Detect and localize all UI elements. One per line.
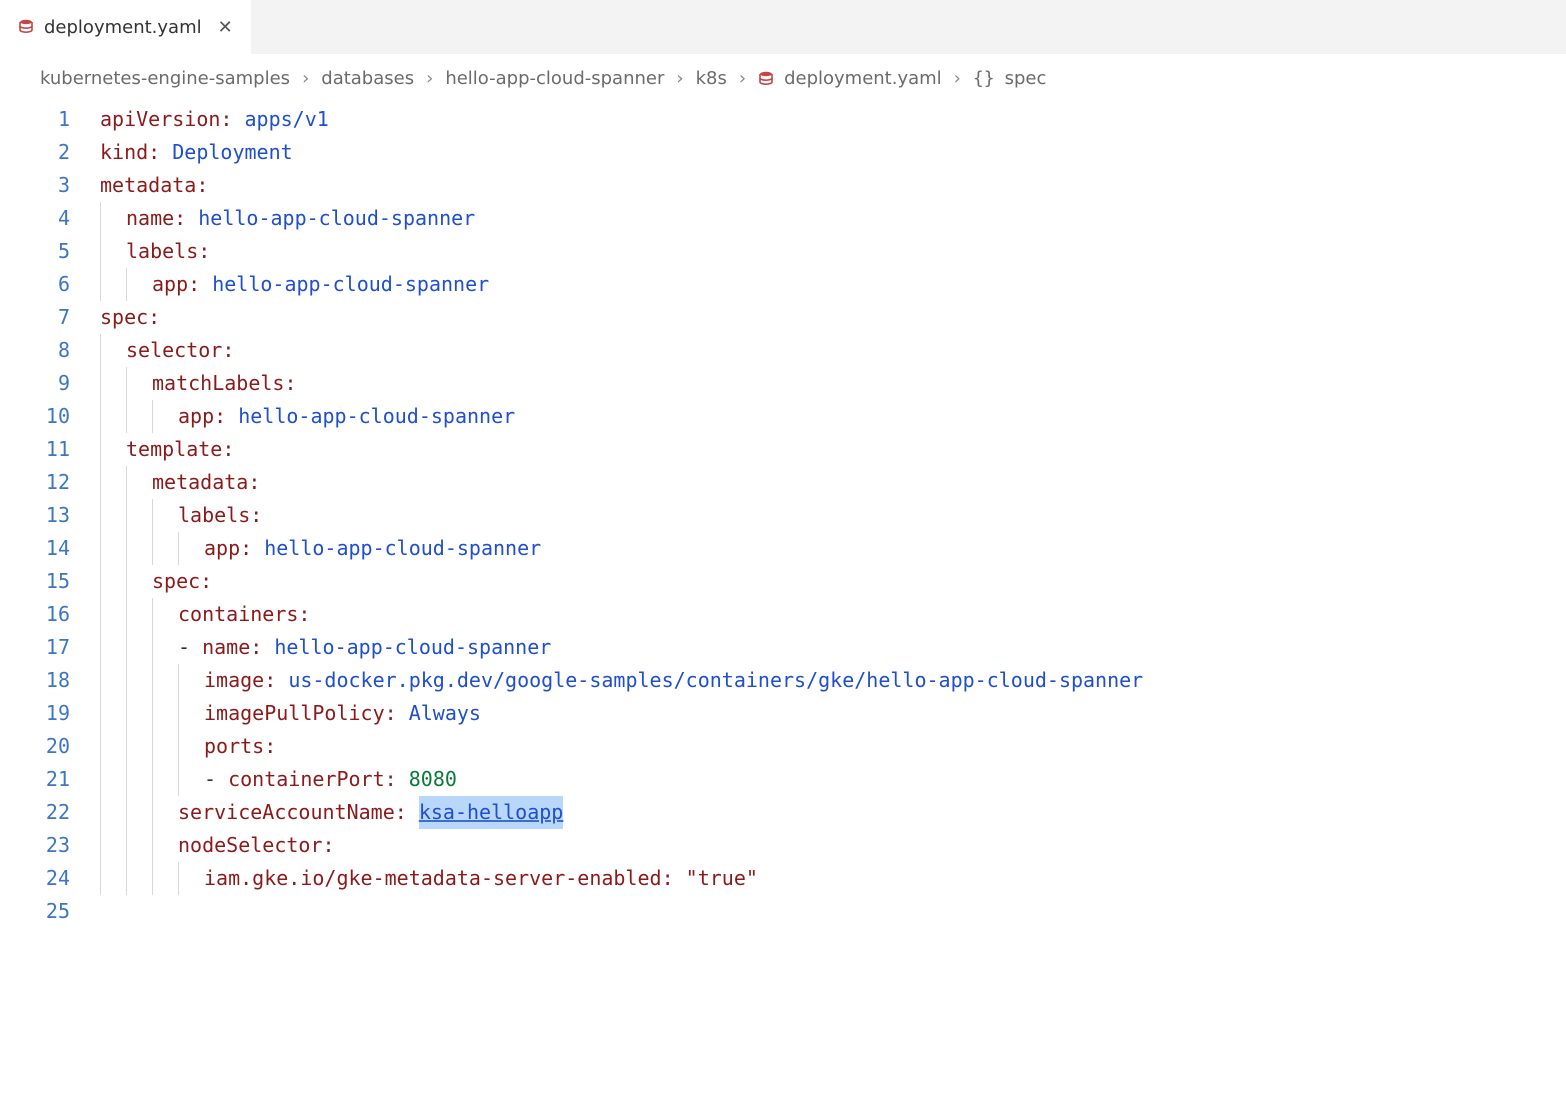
code-line: spec: <box>100 301 1566 334</box>
code-line: imagePullPolicy: Always <box>100 697 1566 730</box>
line-number: 23 <box>30 829 70 862</box>
code-line: labels: <box>100 235 1566 268</box>
code-line: name: hello-app-cloud-spanner <box>100 202 1566 235</box>
code-line: iam.gke.io/gke-metadata-server-enabled: … <box>100 862 1566 895</box>
code-line: ports: <box>100 730 1566 763</box>
code-line: selector: <box>100 334 1566 367</box>
chevron-right-icon: › <box>294 68 317 89</box>
tab-deployment-yaml[interactable]: deployment.yaml ✕ <box>0 0 251 54</box>
code-line: app: hello-app-cloud-spanner <box>100 400 1566 433</box>
line-number: 7 <box>30 301 70 334</box>
code-line: apiVersion: apps/v1 <box>100 103 1566 136</box>
code-editor[interactable]: 1 2 3 4 5 6 7 8 9 10 11 12 13 14 15 16 1… <box>0 103 1566 928</box>
line-number: 14 <box>30 532 70 565</box>
line-number: 18 <box>30 664 70 697</box>
line-number: 6 <box>30 268 70 301</box>
chevron-right-icon: › <box>418 68 441 89</box>
code-line: template: <box>100 433 1566 466</box>
highlighted-value: ksa-helloapp <box>419 796 564 829</box>
chevron-right-icon: › <box>668 68 691 89</box>
code-line: image: us-docker.pkg.dev/google-samples/… <box>100 664 1566 697</box>
code-line: app: hello-app-cloud-spanner <box>100 532 1566 565</box>
breadcrumb-item[interactable]: hello-app-cloud-spanner <box>445 68 664 89</box>
code-line: app: hello-app-cloud-spanner <box>100 268 1566 301</box>
code-content[interactable]: apiVersion: apps/v1 kind: Deployment met… <box>100 103 1566 928</box>
breadcrumb-item[interactable]: kubernetes-engine-samples <box>40 68 290 89</box>
code-line: spec: <box>100 565 1566 598</box>
breadcrumb-item[interactable]: databases <box>321 68 414 89</box>
line-number: 19 <box>30 697 70 730</box>
code-line: labels: <box>100 499 1566 532</box>
code-line: nodeSelector: <box>100 829 1566 862</box>
line-number: 25 <box>30 895 70 928</box>
line-number: 20 <box>30 730 70 763</box>
code-line: metadata: <box>100 169 1566 202</box>
chevron-right-icon: › <box>731 68 754 89</box>
line-number: 17 <box>30 631 70 664</box>
brackets-icon: {} <box>973 68 995 89</box>
code-line: matchLabels: <box>100 367 1566 400</box>
code-line: - containerPort: 8080 <box>100 763 1566 796</box>
line-number: 13 <box>30 499 70 532</box>
line-number: 16 <box>30 598 70 631</box>
tab-bar: deployment.yaml ✕ <box>0 0 1566 54</box>
code-line: serviceAccountName: ksa-helloapp <box>100 796 1566 829</box>
breadcrumb: kubernetes-engine-samples › databases › … <box>0 54 1566 103</box>
breadcrumb-item[interactable]: spec <box>1005 68 1047 89</box>
line-number: 24 <box>30 862 70 895</box>
line-number: 21 <box>30 763 70 796</box>
yaml-file-icon <box>758 71 774 87</box>
code-line: - name: hello-app-cloud-spanner <box>100 631 1566 664</box>
code-line: containers: <box>100 598 1566 631</box>
line-number: 5 <box>30 235 70 268</box>
line-number: 3 <box>30 169 70 202</box>
code-line <box>100 895 1566 928</box>
line-number: 15 <box>30 565 70 598</box>
line-number: 22 <box>30 796 70 829</box>
line-number: 8 <box>30 334 70 367</box>
line-number: 11 <box>30 433 70 466</box>
line-number: 1 <box>30 103 70 136</box>
line-number: 12 <box>30 466 70 499</box>
close-icon[interactable]: ✕ <box>212 17 233 38</box>
line-number: 10 <box>30 400 70 433</box>
code-line: metadata: <box>100 466 1566 499</box>
tab-title: deployment.yaml <box>44 17 202 38</box>
breadcrumb-item[interactable]: deployment.yaml <box>784 68 942 89</box>
code-line: kind: Deployment <box>100 136 1566 169</box>
line-number: 4 <box>30 202 70 235</box>
line-number-gutter: 1 2 3 4 5 6 7 8 9 10 11 12 13 14 15 16 1… <box>0 103 100 928</box>
yaml-file-icon <box>18 19 34 35</box>
chevron-right-icon: › <box>946 68 969 89</box>
line-number: 2 <box>30 136 70 169</box>
breadcrumb-item[interactable]: k8s <box>696 68 727 89</box>
line-number: 9 <box>30 367 70 400</box>
